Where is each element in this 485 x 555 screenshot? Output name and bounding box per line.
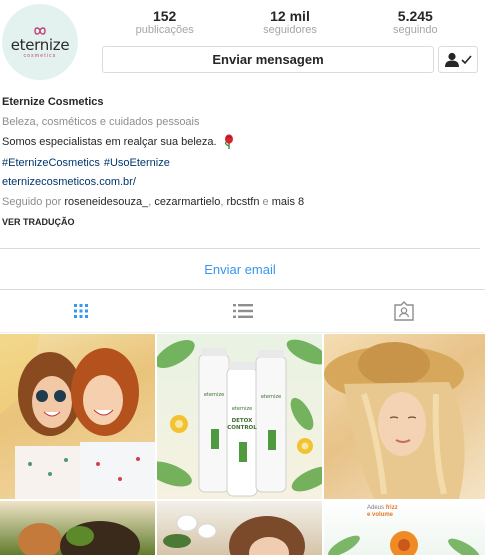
person-check-icon [445, 52, 472, 67]
caption-volume: e volume [367, 512, 394, 518]
post-thumbnail[interactable] [0, 334, 155, 499]
bottle-line-label: DETOX [232, 418, 254, 424]
send-email-button[interactable]: Enviar email [0, 262, 480, 277]
logo-wordmark: eternize [10, 36, 70, 54]
stat-followers[interactable]: 12 mil seguidores [227, 8, 352, 37]
stat-following-label: seguindo [392, 24, 438, 36]
post-image [163, 514, 305, 555]
follower-link[interactable]: cezarmartielo [154, 196, 220, 208]
stat-followers-value: 12 mil [270, 8, 310, 24]
followed-by-prefix: Seguido por [2, 196, 62, 208]
post-grid: eternize eternize eternize DETOX CONTROL [0, 334, 485, 555]
post-thumbnail[interactable]: eternize eternize eternize DETOX CONTROL [157, 334, 322, 499]
stat-posts-value: 152 [152, 8, 177, 24]
see-translation-button[interactable]: VER TRADUÇÃO [2, 213, 478, 231]
post-image [324, 342, 465, 499]
tab-tagged[interactable] [323, 298, 485, 324]
hashtag-link[interactable]: #EternizeCosmetics [2, 157, 100, 169]
stat-followers-label: seguidores [263, 24, 317, 36]
bottle-brand-label: eternize [204, 392, 224, 398]
profile-bio: Eternize Cosmetics Beleza, cosméticos e … [2, 92, 478, 231]
separator-comma: , [220, 196, 224, 208]
post-image [18, 521, 140, 555]
profile-name: Eternize Cosmetics [2, 96, 104, 108]
post-thumbnail[interactable] [157, 501, 322, 555]
following-button[interactable] [438, 46, 478, 73]
divider [0, 289, 485, 290]
website-link[interactable]: eternizecosmeticos.com.br/ [2, 173, 478, 191]
post-thumbnail[interactable] [324, 334, 485, 499]
hashtag-link[interactable]: #UsoEternize [104, 157, 170, 169]
post-image: eternize eternize eternize DETOX CONTROL [157, 339, 322, 497]
separator-and: e [262, 196, 269, 208]
profile-hashtags: #EternizeCosmetics #UsoEternize [2, 153, 478, 173]
tab-grid[interactable] [0, 298, 162, 324]
profile-category: Beleza, cosméticos e cuidados pessoais [2, 116, 200, 128]
divider [0, 332, 485, 333]
tab-feed[interactable] [162, 298, 324, 324]
bottle-brand-label: eternize [232, 406, 252, 412]
followed-more-link[interactable]: mais 8 [272, 196, 304, 208]
bottle-line-label: CONTROL [227, 425, 257, 431]
logo-subtitle: cosmetics [23, 53, 57, 59]
stat-posts-label: publicações [135, 24, 194, 36]
bottle-brand-label: eternize [261, 394, 281, 400]
profile-tabs [0, 298, 485, 324]
profile-avatar[interactable]: eternize cosmetics [2, 4, 78, 80]
post-thumbnail[interactable]: Adeus frizz e volume [324, 501, 485, 555]
stat-posts[interactable]: 152 publicações [102, 8, 227, 37]
profile-stats: 152 publicações 12 mil seguidores 5.245 … [102, 8, 478, 37]
profile-tagline-row: Somos especialistas em realçar sua belez… [2, 132, 478, 152]
post-caption: Adeus frizz e volume [367, 505, 398, 519]
rose-emoji-icon [224, 134, 233, 150]
caption-adeus: Adeus [367, 505, 385, 511]
follower-link[interactable]: roseneidesouza_ [64, 196, 148, 208]
stat-following-value: 5.245 [397, 8, 433, 24]
post-image [0, 334, 155, 499]
separator-comma: , [148, 196, 152, 208]
followed-by: Seguido por roseneidesouza_, cezarmartie… [2, 191, 478, 213]
caption-frizz: frizz [385, 505, 398, 511]
post-image [328, 531, 480, 555]
tagged-icon [394, 301, 414, 321]
list-icon [232, 304, 253, 318]
profile-tagline: Somos especialistas em realçar sua belez… [2, 136, 217, 148]
follower-link[interactable]: rbcstfn [226, 196, 259, 208]
stat-following[interactable]: 5.245 seguindo [353, 8, 478, 37]
grid-icon [73, 304, 88, 318]
divider [0, 248, 480, 249]
post-thumbnail[interactable] [0, 501, 155, 555]
send-message-button[interactable]: Enviar mensagem [102, 46, 434, 73]
